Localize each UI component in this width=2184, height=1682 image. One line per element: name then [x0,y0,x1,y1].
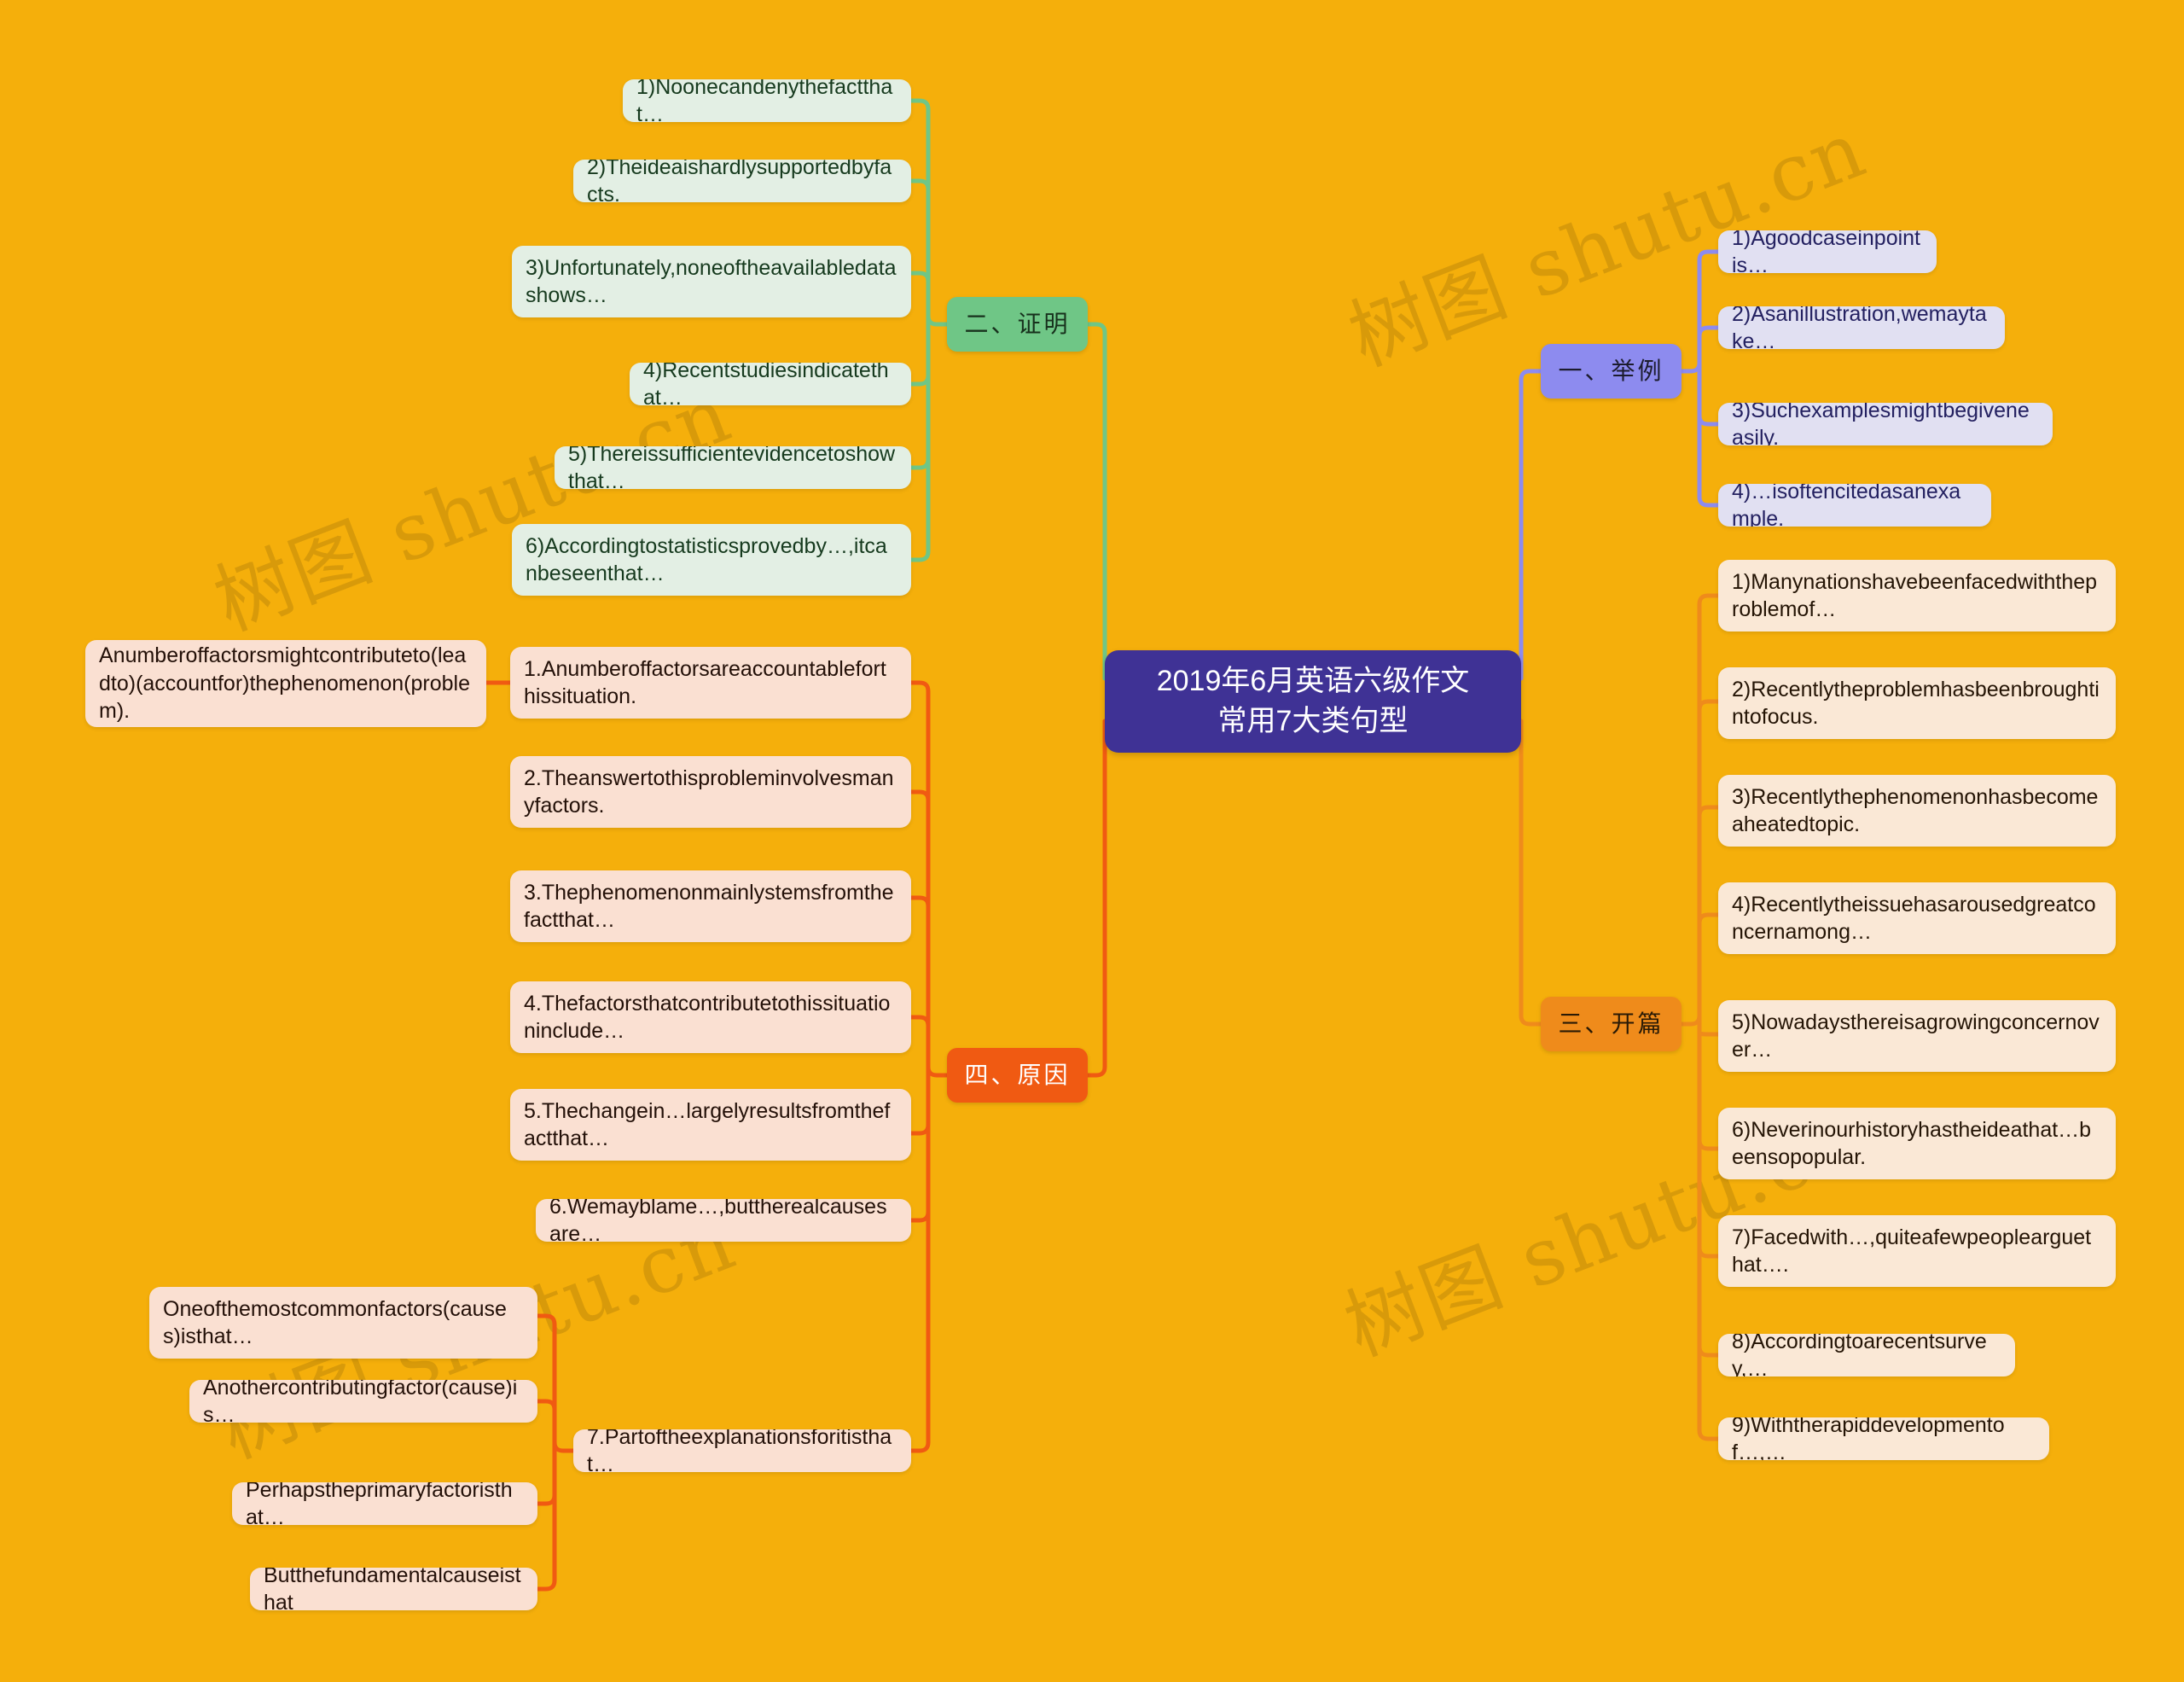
leaf-cause-7-child-4[interactable]: Butthefundamentalcauseisthat [250,1568,537,1610]
leaf-label: Oneofthemostcommonfactors(causes)isthat… [163,1296,507,1349]
leaf-label: 3)Unfortunately,noneoftheavailabledatash… [526,255,897,308]
leaf-label: 4)Recentlytheissuehasarousedgreatconcern… [1732,892,2096,945]
leaf-opening-5[interactable]: 5)Nowadaysthereisagrowingconcernover… [1718,1000,2116,1072]
mindmap-canvas: 树图 shutu.cn 树图 shutu.cn 树图 shutu.cn 树图 s… [0,0,2184,1682]
leaf-opening-7[interactable]: 7)Facedwith…,quiteafewpeoplearguethat…. [1718,1215,2116,1287]
leaf-label: 5)Nowadaysthereisagrowingconcernover… [1732,1010,2100,1062]
root-node[interactable]: 2019年6月英语六级作文 常用7大类句型 [1105,650,1521,753]
leaf-label: 1)Noonecandenythefactthat… [636,79,893,122]
leaf-examples-3[interactable]: 3)Suchexamplesmightbegiveneasily. [1718,403,2053,445]
leaf-label: 3)Suchexamplesmightbegiveneasily. [1732,403,2030,445]
leaf-label: 4.Thefactorsthatcontributetothissituatio… [524,991,891,1044]
leaf-opening-1[interactable]: 1)Manynationshavebeenfacedwiththeproblem… [1718,560,2116,631]
branch-node-opening[interactable]: 三、开篇 [1541,997,1682,1051]
leaf-cause-6[interactable]: 6.Wemayblame…,buttherealcausesare… [536,1199,911,1242]
branch-node-examples[interactable]: 一、举例 [1541,344,1682,399]
leaf-examples-1[interactable]: 1)Agoodcaseinpointis… [1718,230,1937,273]
leaf-proof-1[interactable]: 1)Noonecandenythefactthat… [623,79,911,122]
leaf-label: 1)Agoodcaseinpointis… [1732,230,1920,273]
branch-node-proof[interactable]: 二、证明 [947,297,1088,352]
leaf-label: 8)Accordingtoarecentsurvey,… [1732,1334,1987,1376]
leaf-label: Anothercontributingfactor(cause)is… [203,1380,518,1423]
leaf-label: 7.Partoftheexplanationsforitisthat… [587,1429,892,1472]
leaf-cause-7-child-3[interactable]: Perhapstheprimaryfactoristhat… [232,1482,537,1525]
leaf-cause-1[interactable]: 1.Anumberoffactorsareaccountableforthiss… [510,647,911,719]
leaf-label: 1)Manynationshavebeenfacedwiththeproblem… [1732,569,2098,622]
leaf-label: 7)Facedwith…,quiteafewpeoplearguethat…. [1732,1225,2092,1278]
leaf-cause-3[interactable]: 3.Thephenomenonmainlystemsfromthefacttha… [510,870,911,942]
leaf-label: Butthefundamentalcauseisthat [264,1568,521,1610]
branch-label-proof: 二、证明 [964,310,1071,337]
leaf-label: 3.Thephenomenonmainlystemsfromthefacttha… [524,880,894,933]
leaf-label: 1.Anumberoffactorsareaccountableforthiss… [524,656,886,709]
root-node-label: 2019年6月英语六级作文 常用7大类句型 [1156,665,1470,737]
leaf-label: 6.Wemayblame…,buttherealcausesare… [549,1199,887,1242]
leaf-proof-2[interactable]: 2)Theideaishardlysupportedbyfacts. [573,160,911,202]
branch-node-cause[interactable]: 四、原因 [947,1048,1088,1103]
leaf-label: 5.Thechangein…largelyresultsfromthefactt… [524,1098,891,1151]
leaf-cause-2[interactable]: 2.Theanswertothisprobleminvolvesmanyfact… [510,756,911,828]
leaf-label: 2)Theideaishardlysupportedbyfacts. [587,160,892,202]
leaf-opening-2[interactable]: 2)Recentlytheproblemhasbeenbroughtintofo… [1718,667,2116,739]
leaf-proof-3[interactable]: 3)Unfortunately,noneoftheavailabledatash… [512,246,911,317]
leaf-opening-9[interactable]: 9)Withtherapiddevelopmentof…,… [1718,1417,2049,1460]
leaf-label: 4)…isoftencitedasanexample. [1732,484,1961,527]
leaf-opening-8[interactable]: 8)Accordingtoarecentsurvey,… [1718,1334,2015,1376]
leaf-opening-3[interactable]: 3)Recentlythephenomenonhasbecomeaheatedt… [1718,775,2116,847]
leaf-label: 2)Recentlytheproblemhasbeenbroughtintofo… [1732,677,2100,730]
leaf-examples-4[interactable]: 4)…isoftencitedasanexample. [1718,484,1991,527]
leaf-label: 4)Recentstudiesindicatethat… [643,363,889,405]
leaf-label: Perhapstheprimaryfactoristhat… [246,1482,513,1525]
leaf-label: Anumberoffactorsmightcontributeto(leadto… [99,643,470,724]
leaf-proof-4[interactable]: 4)Recentstudiesindicatethat… [630,363,911,405]
leaf-cause-7[interactable]: 7.Partoftheexplanationsforitisthat… [573,1429,911,1472]
leaf-label: 6)Neverinourhistoryhastheideathat…beenso… [1732,1117,2092,1170]
leaf-label: 3)Recentlythephenomenonhasbecomeaheatedt… [1732,784,2099,837]
leaf-opening-4[interactable]: 4)Recentlytheissuehasarousedgreatconcern… [1718,882,2116,954]
branch-label-cause: 四、原因 [964,1061,1071,1088]
branch-label-opening: 三、开篇 [1558,1010,1664,1037]
leaf-cause-5[interactable]: 5.Thechangein…largelyresultsfromthefactt… [510,1089,911,1161]
leaf-cause-1-child-1[interactable]: Anumberoffactorsmightcontributeto(leadto… [85,640,486,727]
leaf-examples-2[interactable]: 2)Asanillustration,wemaytake… [1718,306,2005,349]
leaf-label: 2)Asanillustration,wemaytake… [1732,306,1987,349]
leaf-cause-7-child-2[interactable]: Anothercontributingfactor(cause)is… [189,1380,537,1423]
leaf-label: 5)Thereissufficientevidencetoshowthat… [568,446,896,489]
leaf-proof-5[interactable]: 5)Thereissufficientevidencetoshowthat… [555,446,911,489]
leaf-cause-7-child-1[interactable]: Oneofthemostcommonfactors(causes)isthat… [149,1287,537,1359]
leaf-label: 2.Theanswertothisprobleminvolvesmanyfact… [524,765,894,818]
leaf-proof-6[interactable]: 6)Accordingtostatisticsprovedby…,itcanbe… [512,524,911,596]
leaf-cause-4[interactable]: 4.Thefactorsthatcontributetothissituatio… [510,981,911,1053]
leaf-label: 9)Withtherapiddevelopmentof…,… [1732,1417,2005,1460]
leaf-opening-6[interactable]: 6)Neverinourhistoryhastheideathat…beenso… [1718,1108,2116,1179]
leaf-label: 6)Accordingtostatisticsprovedby…,itcanbe… [526,533,887,586]
branch-label-examples: 一、举例 [1558,357,1664,384]
